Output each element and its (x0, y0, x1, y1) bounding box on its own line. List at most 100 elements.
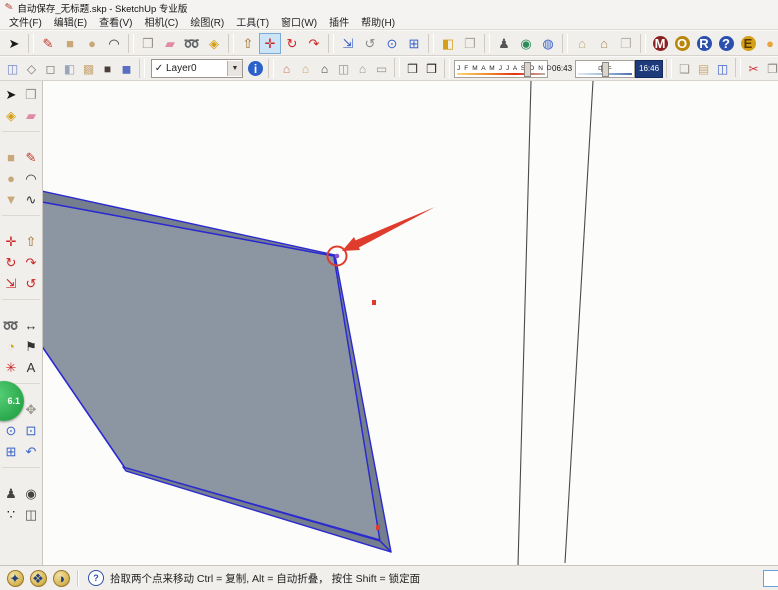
background-edge-left[interactable] (518, 81, 531, 565)
offset-tool[interactable]: ↺ (359, 33, 381, 54)
section-plane-tool[interactable]: ◫ (21, 504, 41, 524)
plugin-m-icon[interactable]: M (649, 33, 671, 54)
zoom-window-tool[interactable]: ⊡ (21, 420, 41, 440)
house-white-icon[interactable]: ◫ (334, 58, 353, 79)
back-edges-style-icon[interactable]: ◼ (117, 58, 136, 79)
zoom-extents-tool[interactable]: ⊞ (1, 441, 21, 461)
position-camera-tool[interactable]: ♟ (1, 483, 21, 503)
paint-bucket-tool[interactable]: ◈ (203, 33, 225, 54)
previous-view-tool[interactable]: ↶ (21, 441, 41, 461)
shadow-date-handle[interactable] (524, 62, 531, 77)
pan-tool[interactable]: ✥ (21, 399, 41, 419)
3d-text-tool[interactable]: A (21, 357, 41, 377)
monochrome-style-icon[interactable]: ■ (98, 58, 117, 79)
menu-file[interactable]: 文件(F) (3, 14, 48, 30)
share-models-icon[interactable]: ⌂ (593, 33, 615, 54)
house-outline-icon[interactable]: ⌂ (353, 58, 372, 79)
section-display-icon[interactable]: ⌂ (296, 58, 315, 79)
drawing-canvas[interactable] (43, 81, 778, 565)
look-around-tool[interactable]: ◉ (21, 483, 41, 503)
measurements-box[interactable] (763, 570, 778, 587)
cut-icon[interactable]: ✂ (744, 58, 763, 79)
arc-tool[interactable]: ◠ (21, 168, 41, 188)
position-camera-icon[interactable]: ♟ (493, 33, 515, 54)
box-outline-icon[interactable]: ▭ (372, 58, 391, 79)
menu-help[interactable]: 帮助(H) (355, 14, 401, 30)
get-models-icon[interactable]: ⌂ (571, 33, 593, 54)
layer-dropdown-arrow-icon[interactable]: ▼ (227, 61, 242, 76)
model-info-icon[interactable]: ◑ (51, 568, 71, 589)
tape-measure-tool[interactable]: ➿ (181, 33, 203, 54)
xray-style-icon[interactable]: ◫ (3, 58, 22, 79)
zoom-tool[interactable]: ⊙ (1, 420, 21, 440)
follow-me-tool[interactable]: ↷ (21, 252, 41, 272)
layer-manager-icon[interactable]: i (246, 58, 265, 79)
freehand-tool[interactable]: ∿ (21, 189, 41, 209)
follow-me-tool[interactable]: ↷ (303, 33, 325, 54)
plugin-r-icon[interactable]: R (693, 33, 715, 54)
google-earth-icon[interactable]: ◍ (537, 33, 559, 54)
section-plane-icon[interactable]: ⌂ (277, 58, 296, 79)
model-view[interactable] (43, 81, 778, 565)
plugin-help-icon[interactable]: ? (715, 33, 737, 54)
select-tool[interactable]: ➤ (1, 84, 21, 104)
tape-measure-tool[interactable]: ➿ (1, 315, 21, 335)
rectangle-tool[interactable]: ■ (59, 33, 81, 54)
shadow-time-slider[interactable]: 中午 (575, 60, 635, 78)
rotate-tool[interactable]: ↻ (1, 252, 21, 272)
plugin-o-icon[interactable]: O (671, 33, 693, 54)
save-icon[interactable]: ◫ (713, 58, 732, 79)
plugin-e-icon[interactable]: E (737, 33, 759, 54)
zoom-extents-tool[interactable]: ⊞ (403, 33, 425, 54)
textures-style-icon[interactable]: ▩ (79, 58, 98, 79)
menu-plugins[interactable]: 插件 (323, 14, 355, 30)
protractor-tool[interactable]: ◔ (1, 336, 21, 356)
make-component-tool[interactable]: ❒ (21, 84, 41, 104)
copy-icon[interactable]: ❐ (763, 58, 778, 79)
component-box-icon[interactable]: ❐ (459, 33, 481, 54)
push-pull-tool[interactable]: ⇧ (21, 231, 41, 251)
eraser-tool[interactable]: ▰ (159, 33, 181, 54)
new-file-icon[interactable]: ❏ (675, 58, 694, 79)
credits-icon[interactable]: ❖ (28, 568, 48, 589)
style-bucket-icon[interactable]: ❒ (403, 58, 422, 79)
menu-draw[interactable]: 绘图(R) (184, 14, 230, 30)
section-cut-icon[interactable]: ⌂ (315, 58, 334, 79)
scale-tool[interactable]: ⇲ (1, 273, 21, 293)
circle-tool[interactable]: ● (81, 33, 103, 54)
move-tool[interactable]: ✛ (1, 231, 21, 251)
eraser-tool[interactable]: ▰ (21, 105, 41, 125)
arc-tool[interactable]: ◠ (103, 33, 125, 54)
move-tool[interactable]: ✛ (259, 33, 281, 54)
style-bucket-dark-icon[interactable]: ❒ (422, 58, 441, 79)
menu-view[interactable]: 查看(V) (93, 14, 138, 30)
menu-window[interactable]: 窗口(W) (275, 14, 323, 30)
rectangle-tool[interactable]: ■ (1, 147, 21, 167)
shadow-date-slider[interactable]: J F M A M J J A S O N D (454, 60, 548, 78)
offset-tool[interactable]: ↺ (21, 273, 41, 293)
scale-tool[interactable]: ⇲ (337, 33, 359, 54)
menu-tools[interactable]: 工具(T) (230, 14, 275, 30)
polygon-tool[interactable]: ▼ (1, 189, 21, 209)
menu-edit[interactable]: 编辑(E) (48, 14, 93, 30)
match-photo-icon[interactable]: ◧ (437, 33, 459, 54)
open-file-icon[interactable]: ▤ (694, 58, 713, 79)
select-tool[interactable]: ➤ (3, 33, 25, 54)
walk-tool[interactable]: ∵ (1, 504, 21, 524)
background-edge-right[interactable] (565, 81, 593, 563)
make-component-tool[interactable]: ❒ (137, 33, 159, 54)
text-tool[interactable]: ⚑ (21, 336, 41, 356)
push-pull-tool[interactable]: ⇧ (237, 33, 259, 54)
geo-location-icon[interactable]: ✦ (5, 568, 25, 589)
line-tool[interactable]: ✎ (21, 147, 41, 167)
dimension-tool[interactable]: ↔ (21, 315, 41, 335)
hidden-line-style-icon[interactable]: ◻ (41, 58, 60, 79)
orange-sphere-icon[interactable]: ● (759, 33, 778, 54)
menu-camera[interactable]: 相机(C) (138, 14, 184, 30)
line-tool[interactable]: ✎ (37, 33, 59, 54)
wireframe-style-icon[interactable]: ◇ (22, 58, 41, 79)
zoom-tool[interactable]: ⊙ (381, 33, 403, 54)
look-around-icon[interactable]: ◉ (515, 33, 537, 54)
rotate-tool[interactable]: ↻ (281, 33, 303, 54)
paint-bucket-tool[interactable]: ◈ (1, 105, 21, 125)
